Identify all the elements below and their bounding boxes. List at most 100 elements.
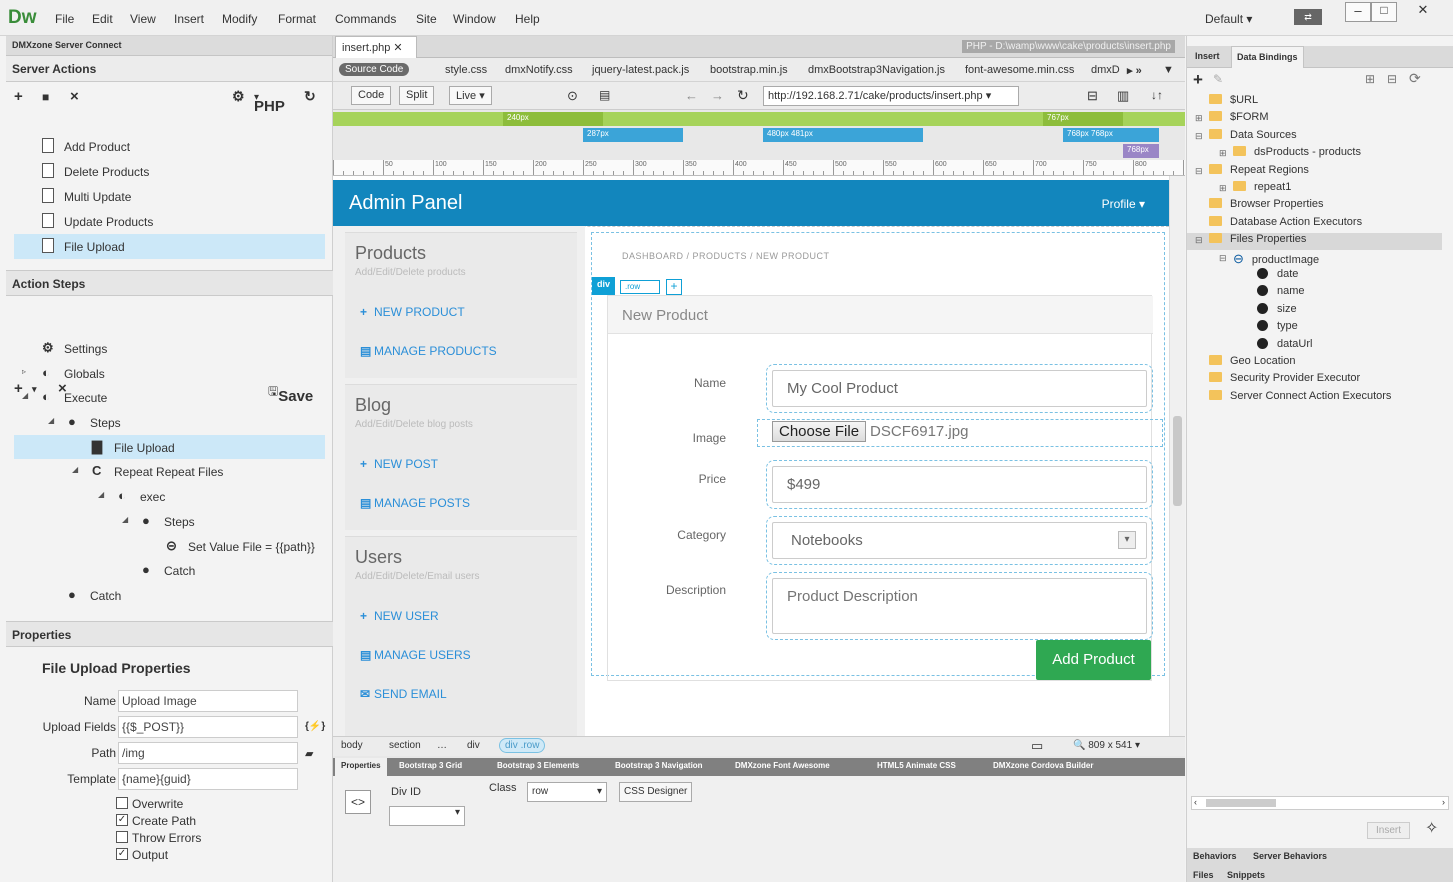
related-file[interactable]: dmxD xyxy=(1091,64,1120,76)
tree-toggle-icon[interactable]: ◢ xyxy=(122,515,128,524)
property-input[interactable] xyxy=(118,742,298,764)
tab-data-bindings[interactable]: Data Bindings xyxy=(1231,46,1304,68)
category-select[interactable]: Notebooks ▾ xyxy=(766,516,1153,565)
source-code-button[interactable]: Source Code xyxy=(339,63,410,76)
action-step-item[interactable]: ◢ C Repeat Repeat Files xyxy=(14,459,325,484)
horizontal-scrollbar[interactable]: ‹ › xyxy=(1191,796,1449,810)
live-options-icon[interactable]: ▤ xyxy=(599,88,610,102)
action-step-item[interactable]: ⊝ Set Value File = {{path}} xyxy=(14,534,325,559)
menu-site[interactable]: Site xyxy=(416,12,437,26)
tab-insert-php[interactable]: insert.php ✕ xyxy=(335,36,417,58)
sidebar-link[interactable]: + NEW PRODUCT xyxy=(360,305,465,319)
binding-tree-item[interactable]: dataUrl xyxy=(1187,337,1442,355)
profile-dropdown[interactable]: Profile ▾ xyxy=(1102,197,1145,211)
menu-modify[interactable]: Modify xyxy=(222,12,257,26)
property-tab[interactable]: Bootstrap 3 Navigation xyxy=(615,761,703,770)
add-class-button[interactable]: + xyxy=(666,279,682,295)
live-view[interactable]: Admin Panel Profile ▾ Products Add/Edit/D… xyxy=(333,176,1169,736)
binding-tree-item[interactable]: Security Provider Executor xyxy=(1187,372,1442,389)
action-step-item[interactable]: ◢ ◐ Execute xyxy=(14,385,325,410)
binding-tree-item[interactable]: date xyxy=(1187,268,1442,285)
binding-tree-item[interactable]: type xyxy=(1187,320,1442,337)
tab-server-behaviors[interactable]: Server Behaviors xyxy=(1253,851,1327,861)
code-view-button[interactable]: Code xyxy=(351,86,392,105)
name-input[interactable] xyxy=(766,364,1153,413)
scroll-right-icon[interactable]: › xyxy=(1442,797,1445,807)
forward-icon[interactable]: → xyxy=(711,88,724,103)
navbar-brand[interactable]: Admin Panel xyxy=(349,192,462,215)
css-designer-button[interactable]: CSS Designer xyxy=(619,782,693,802)
property-input[interactable] xyxy=(118,716,298,738)
media-query-segment[interactable]: 767px xyxy=(1043,112,1123,126)
breadcrumb[interactable]: DASHBOARD / PRODUCTS / NEW PRODUCT xyxy=(622,251,830,261)
price-input[interactable] xyxy=(766,460,1153,509)
select-arrow-icon[interactable]: ▾ xyxy=(1118,531,1136,549)
edit-binding-icon[interactable]: ✎ xyxy=(1213,72,1223,86)
related-file[interactable]: dmxNotify.css xyxy=(505,64,573,76)
menu-format[interactable]: Format xyxy=(278,12,316,26)
tree-toggle-icon[interactable]: ◢ xyxy=(72,465,78,474)
tree-expand-icon[interactable]: ⊞ xyxy=(1195,113,1203,124)
tag-ellipsis[interactable]: … xyxy=(437,740,447,751)
magic-wand-icon[interactable]: ✧ xyxy=(1425,818,1438,838)
property-tab[interactable]: DMXzone Cordova Builder xyxy=(993,761,1093,770)
live-view-button[interactable]: Live ▾ xyxy=(449,86,492,105)
action-step-item[interactable]: ● Catch xyxy=(14,558,325,583)
refresh-page-icon[interactable]: ↻ xyxy=(737,87,749,104)
inspect-icon[interactable]: ⊙ xyxy=(567,88,578,104)
sidebar-link[interactable]: ▤ MANAGE PRODUCTS xyxy=(360,344,497,358)
property-tab[interactable]: Bootstrap 3 Grid xyxy=(399,761,462,770)
media-query-bar[interactable]: 287px 480px 481px 768px 768px xyxy=(333,128,1185,142)
sidebar-link[interactable]: ✉ SEND EMAIL xyxy=(360,687,447,701)
menu-help[interactable]: Help xyxy=(515,12,540,26)
server-action-item[interactable]: File Upload xyxy=(14,234,325,259)
action-step-item[interactable]: ▹ ◐ Globals xyxy=(14,361,325,386)
binding-tree-item[interactable]: Server Connect Action Executors xyxy=(1187,389,1442,407)
description-textarea[interactable] xyxy=(766,572,1153,640)
binding-tree-item[interactable]: ⊟ Files Properties xyxy=(1187,233,1442,251)
data-picker-icon[interactable]: {⚡} xyxy=(305,721,325,732)
checkbox[interactable] xyxy=(116,831,128,843)
address-bar[interactable]: http://192.168.2.71/cake/products/insert… xyxy=(763,86,1019,106)
related-file[interactable]: font-awesome.min.css xyxy=(965,64,1074,76)
media-query-bar[interactable]: 768px xyxy=(333,144,1185,158)
server-action-item[interactable]: Multi Update xyxy=(14,184,325,209)
refresh-bindings-icon[interactable]: ⟳ xyxy=(1409,70,1421,87)
maximize-button[interactable]: □ xyxy=(1371,2,1397,22)
binding-tree-item[interactable]: Database Action Executors xyxy=(1187,215,1442,233)
collapse-all-icon[interactable]: ⊟ xyxy=(1387,72,1397,86)
tree-expand-icon[interactable]: ⊟ xyxy=(1195,166,1203,177)
tree-toggle-icon[interactable]: ▹ xyxy=(22,367,26,376)
panel-tab-server-connect[interactable]: DMXzone Server Connect xyxy=(6,36,332,56)
visual-aids-icon[interactable]: ⊟ xyxy=(1087,88,1098,104)
gear-icon[interactable]: ⚙ xyxy=(232,88,245,105)
binding-tree-item[interactable]: Browser Properties xyxy=(1187,198,1442,215)
tag-body[interactable]: body xyxy=(341,740,363,751)
workspace-switcher[interactable]: Default ▾ xyxy=(1205,12,1252,26)
media-query-segment[interactable]: 240px xyxy=(503,112,603,126)
choose-file-button[interactable]: Choose File xyxy=(772,421,867,442)
property-input[interactable] xyxy=(118,768,298,790)
back-icon[interactable]: ← xyxy=(685,88,698,103)
scroll-thumb[interactable] xyxy=(1206,799,1276,807)
action-step-item[interactable]: ▇ File Upload xyxy=(14,434,325,460)
related-file[interactable]: dmxBootstrap3Navigation.js xyxy=(808,64,945,76)
filter-icon[interactable]: ▼ xyxy=(1163,64,1174,76)
sync-settings-icon[interactable]: ⇄ xyxy=(1294,9,1322,25)
tab-insert[interactable]: Insert xyxy=(1195,51,1220,61)
menu-insert[interactable]: Insert xyxy=(174,12,204,26)
tag-div[interactable]: div xyxy=(467,740,480,751)
menu-view[interactable]: View xyxy=(130,12,156,26)
media-query-segment[interactable]: 768px xyxy=(1123,144,1159,158)
insert-button[interactable]: Insert xyxy=(1367,822,1411,839)
tree-toggle-icon[interactable]: ◢ xyxy=(22,391,28,400)
folder-browse-icon[interactable]: ▰ xyxy=(305,747,313,760)
tree-expand-icon[interactable]: ⊞ xyxy=(1219,183,1227,194)
refresh-icon[interactable]: ↻ xyxy=(304,88,316,105)
device-preview-icon[interactable]: ▭ xyxy=(1031,738,1043,754)
action-step-item[interactable]: ◢ ◐ exec xyxy=(14,484,325,509)
tree-toggle-icon[interactable]: ◢ xyxy=(98,490,104,499)
add-icon[interactable]: + xyxy=(14,88,23,105)
checkbox[interactable]: ✓ xyxy=(116,814,128,826)
page-title-icon[interactable]: ▥ xyxy=(1117,88,1129,104)
